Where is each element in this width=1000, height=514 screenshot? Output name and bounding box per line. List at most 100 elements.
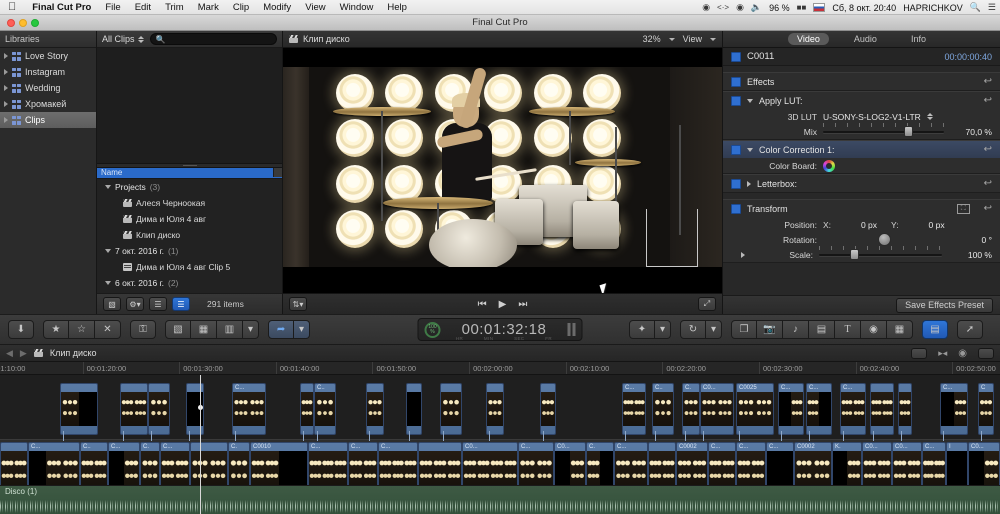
timeline-connected-clip[interactable]: C0025 <box>736 383 774 435</box>
audio-meters-icon[interactable]: ▸◂ <box>938 348 947 359</box>
overwrite-menu-icon[interactable]: ▾ <box>243 320 259 339</box>
search-input[interactable]: 🔍 <box>150 33 277 45</box>
effects-browser-icon[interactable]: ❐ <box>731 320 757 339</box>
append-icon[interactable]: ▥ <box>217 320 243 339</box>
enhance-icon[interactable]: ✦ <box>629 320 655 339</box>
rotation-dial[interactable] <box>878 233 891 246</box>
rotation-value[interactable]: 0 ° <box>952 235 992 245</box>
apple-logo-icon[interactable]:  <box>0 2 25 13</box>
menu-final-cut-pro[interactable]: Final Cut Pro <box>25 2 98 13</box>
viewer-view-menu[interactable]: View <box>683 34 702 44</box>
timeline-connected-clip[interactable] <box>406 383 422 435</box>
color-correction-header[interactable]: Color Correction 1: ↩ <box>723 141 1000 158</box>
tab-audio[interactable]: Audio <box>845 33 886 45</box>
gear-icon[interactable]: ⚙▾ <box>126 297 144 311</box>
connect-icon[interactable]: ▧ <box>165 320 191 339</box>
timeline-connected-clip[interactable]: C0... <box>700 383 734 435</box>
timeline-ruler[interactable]: 0:01:10:00 00:01:20:00 00:01:30:00 00:01:40… <box>0 362 1000 375</box>
sidebar-item-clips[interactable]: Clips <box>0 112 96 128</box>
timeline-connected-clip[interactable]: C... <box>840 383 866 435</box>
timeline-connected-clip[interactable] <box>148 383 170 435</box>
unrate-icon[interactable]: ☆ <box>69 320 95 339</box>
retime-icon[interactable]: ↻ <box>680 320 706 339</box>
titles-icon[interactable]: T <box>835 320 861 339</box>
scale-slider[interactable] <box>819 250 942 260</box>
browser-list[interactable]: Projects (3) Алеся Черноокая Дима и Юля … <box>97 179 282 294</box>
menu-mark[interactable]: Mark <box>191 2 226 13</box>
volume-icon[interactable]: 🔈 <box>751 2 762 13</box>
generators-icon[interactable]: ◉ <box>861 320 887 339</box>
notification-center-icon[interactable]: ☰ <box>988 2 996 13</box>
chevron-down-icon[interactable] <box>710 38 716 41</box>
disclosure-triangle-icon[interactable] <box>4 117 8 123</box>
position-y-value[interactable]: 0 px <box>905 220 945 230</box>
effects-section-header[interactable]: Effects ↩ <box>723 73 1000 90</box>
timeline-tracks[interactable]: C... C.. C... C. C... C. C0010 C... C... C... C0..… <box>0 375 1000 514</box>
timeline-connected-clip[interactable] <box>120 383 148 435</box>
reset-icon[interactable]: ↩ <box>984 178 992 189</box>
timeline-connected-clip[interactable] <box>440 383 462 435</box>
reset-icon[interactable]: ↩ <box>984 95 992 106</box>
go-to-end-icon[interactable]: ⏭ <box>518 299 527 310</box>
tab-info[interactable]: Info <box>902 33 935 45</box>
viewer-zoom-level[interactable]: 32% <box>643 34 661 44</box>
go-to-start-icon[interactable]: ⏮ <box>478 299 487 310</box>
disclosure-triangle-icon[interactable] <box>105 249 111 253</box>
wifi-icon[interactable]: ◉ <box>736 2 744 13</box>
transitions-icon[interactable]: ▤ <box>809 320 835 339</box>
sidebar-item-wedding[interactable]: Wedding <box>0 80 96 96</box>
clip-appearance-icon[interactable] <box>911 348 927 359</box>
index-icon[interactable] <box>978 348 994 359</box>
letterbox-enable-checkbox[interactable] <box>731 179 741 189</box>
onscreen-controls-icon[interactable]: ⛶ <box>957 204 970 214</box>
menubar-username[interactable]: HAPRICHKOV <box>903 3 963 13</box>
transform-enable-checkbox[interactable] <box>731 204 741 214</box>
sidebar-item-hromakey[interactable]: Хромакей <box>0 96 96 112</box>
stepper-icon[interactable] <box>138 36 144 43</box>
crop-overlay[interactable] <box>646 209 698 267</box>
list-item[interactable]: Клип диско <box>97 227 282 243</box>
filmstrip-view-icon[interactable]: ☰ <box>149 297 167 311</box>
insert-icon[interactable]: ▦ <box>191 320 217 339</box>
disclosure-triangle-icon[interactable] <box>4 53 8 59</box>
scale-value[interactable]: 100 % <box>948 250 992 260</box>
reset-icon[interactable]: ↩ <box>984 144 992 155</box>
timeline-connected-clip[interactable]: C... <box>806 383 832 435</box>
select-tool-icon[interactable]: ➦ <box>268 320 294 339</box>
audio-track-disco[interactable]: Disco (1) <box>0 485 1000 514</box>
letterbox-header[interactable]: Letterbox: ↩ <box>723 175 1000 192</box>
menu-trim[interactable]: Trim <box>158 2 191 13</box>
play-icon[interactable]: ▶ <box>499 299 507 310</box>
timeline-connected-clip[interactable] <box>300 383 314 435</box>
list-item[interactable]: Алеся Черноокая <box>97 195 282 211</box>
timeline-connected-clip[interactable] <box>486 383 504 435</box>
audio-meter-icon[interactable] <box>568 323 576 336</box>
list-item[interactable]: Дима и Юля 4 авг <box>97 211 282 227</box>
timeline-connected-clip[interactable]: C... <box>232 383 266 435</box>
disclosure-triangle-icon[interactable] <box>4 101 8 107</box>
timeline-connected-clip[interactable]: C... <box>622 383 646 435</box>
timeline-connected-clip[interactable] <box>540 383 556 435</box>
list-group-row[interactable]: Projects (3) <box>97 179 282 195</box>
import-icon[interactable]: ▧ <box>103 297 121 311</box>
timeline-connected-clip[interactable] <box>366 383 384 435</box>
list-group-row[interactable]: 6 окт. 2016 г. (2) <box>97 275 282 291</box>
timemachine-icon[interactable]: ◉ <box>702 2 710 13</box>
battery-icon[interactable]: ■■ <box>797 3 807 12</box>
timeline-connected-clip[interactable] <box>870 383 894 435</box>
input-language-flag-icon[interactable] <box>813 3 825 12</box>
spotlight-search-icon[interactable]: 🔍 <box>970 2 981 13</box>
sidebar-item-love-story[interactable]: Love Story <box>0 48 96 64</box>
color-wheel-icon[interactable] <box>823 160 835 172</box>
browser-column-header[interactable]: Name <box>97 168 282 179</box>
disclosure-triangle-icon[interactable] <box>4 69 8 75</box>
sidebar-item-instagram[interactable]: Instagram <box>0 64 96 80</box>
list-view-icon[interactable]: ☰ <box>172 297 190 311</box>
viewer-canvas[interactable] <box>283 48 722 293</box>
color-board-toggle-icon[interactable]: ▤ <box>922 320 948 339</box>
timecode-display[interactable]: 100 % 00:01:32:18 HR MIN SEC FR <box>418 318 583 341</box>
playhead[interactable] <box>200 375 201 514</box>
battery-percent[interactable]: 96 % <box>769 3 790 13</box>
retime-caret-icon[interactable]: ▾ <box>706 320 722 339</box>
disclosure-triangle-icon[interactable] <box>747 181 751 187</box>
